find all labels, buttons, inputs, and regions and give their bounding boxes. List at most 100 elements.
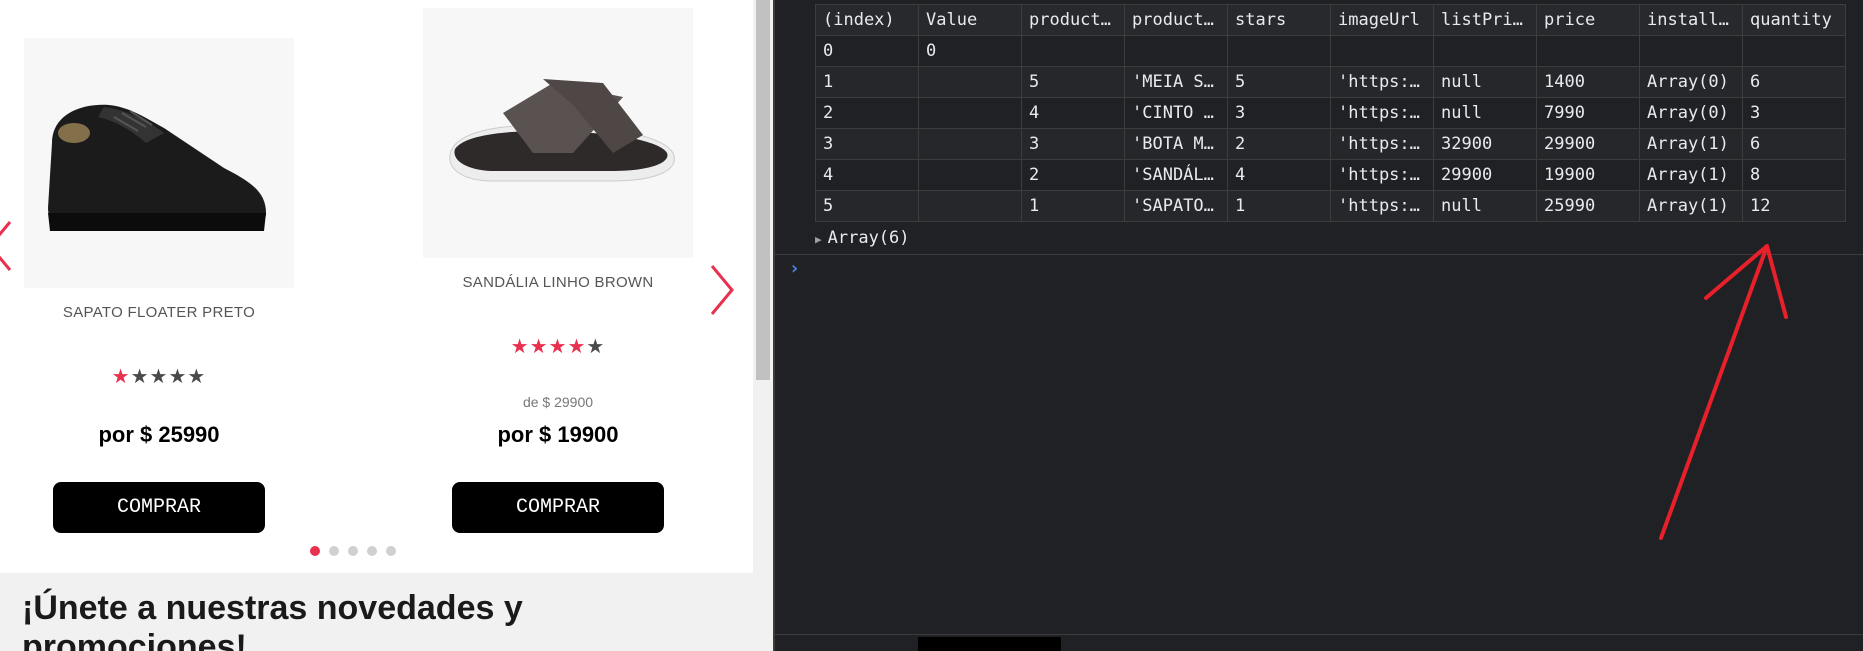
cell-quantity	[1742, 35, 1846, 67]
cell-product-name: 'CINTO …	[1124, 97, 1228, 129]
column-header[interactable]: imageUrl	[1330, 4, 1434, 36]
array-summary-label[interactable]: Array(6)	[828, 228, 910, 248]
cell-image-url: 'https:…	[1330, 159, 1434, 191]
cell-product-id: 2	[1021, 159, 1125, 191]
cell-list-price: null	[1433, 190, 1537, 222]
cell-list-price: 32900	[1433, 128, 1537, 160]
buy-button[interactable]: COMPRAR	[452, 482, 664, 533]
cell-stars: 1	[1227, 190, 1331, 222]
product-image[interactable]	[24, 38, 294, 288]
column-header[interactable]: (index)	[815, 4, 919, 36]
column-header[interactable]: install…	[1639, 4, 1743, 36]
cell-product-name: 'BOTA M…	[1124, 128, 1228, 160]
product-rating: ★★★★★	[421, 334, 695, 359]
console-table: (index) Value product… product… stars im…	[815, 4, 1846, 222]
black-shoe-image	[48, 104, 266, 231]
product-list-price: de $ 29900	[522, 394, 594, 410]
console-prompt[interactable]: ›	[789, 258, 800, 279]
carousel-dot[interactable]	[348, 546, 358, 556]
carousel-dot[interactable]	[329, 546, 339, 556]
star-filled-icon: ★★★★	[510, 336, 587, 358]
cell-stars: 5	[1227, 66, 1331, 98]
cell-product-id	[1021, 35, 1125, 67]
cell-price	[1536, 35, 1640, 67]
cell-index: 2	[815, 97, 919, 129]
cell-image-url: 'https:…	[1330, 97, 1434, 129]
cell-list-price: null	[1433, 66, 1537, 98]
cell-value	[918, 190, 1022, 222]
cell-quantity: 3	[1742, 97, 1846, 129]
cell-product-id: 4	[1021, 97, 1125, 129]
cell-product-id: 1	[1021, 190, 1125, 222]
scrollbar-thumb[interactable]	[756, 0, 770, 380]
cell-installments[interactable]: Array(0)	[1639, 66, 1743, 98]
star-empty-icon: ★	[586, 336, 606, 358]
cell-image-url: 'https:…	[1330, 66, 1434, 98]
brown-sandal-image	[449, 79, 675, 182]
page-scrollbar[interactable]	[753, 0, 773, 651]
cell-list-price	[1433, 35, 1537, 67]
cell-quantity: 8	[1742, 159, 1846, 191]
array-summary[interactable]: ▶ Array(6)	[815, 228, 910, 248]
carousel-prev-arrow[interactable]	[0, 216, 20, 276]
table-row: 1 5 'MEIA S… 5 'https:… null 1400 Array(…	[815, 66, 1846, 98]
cell-stars: 3	[1227, 97, 1331, 129]
cell-value	[918, 66, 1022, 98]
expand-triangle-icon[interactable]: ▶	[815, 233, 822, 246]
column-header[interactable]: product…	[1124, 4, 1228, 36]
newsletter-title: ¡Únete a nuestras novedades y promocione…	[22, 589, 523, 651]
cell-stars: 4	[1227, 159, 1331, 191]
cell-installments[interactable]: Array(1)	[1639, 159, 1743, 191]
buy-button[interactable]: COMPRAR	[53, 482, 265, 533]
product-rating: ★★★★★	[22, 364, 296, 389]
cell-product-id: 5	[1021, 66, 1125, 98]
drawer-tab[interactable]	[918, 637, 1061, 651]
star-filled-icon: ★	[111, 366, 131, 388]
store-page: SAPATO FLOATER PRETO ★★★★★ por $ 25990 C…	[0, 0, 773, 651]
table-row: 5 1 'SAPATO… 1 'https:… null 25990 Array…	[815, 190, 1846, 222]
cell-product-name: 'SAPATO…	[1124, 190, 1228, 222]
cell-product-id: 3	[1021, 128, 1125, 160]
cell-installments[interactable]: Array(1)	[1639, 190, 1743, 222]
cell-stars: 2	[1227, 128, 1331, 160]
product-card: SANDÁLIA LINHO BROWN ★★★★★ de $ 29900 po…	[421, 0, 695, 560]
cell-image-url	[1330, 35, 1434, 67]
cell-price: 1400	[1536, 66, 1640, 98]
product-name[interactable]: SANDÁLIA LINHO BROWN	[421, 274, 695, 291]
table-row: 4 2 'SANDÁL… 4 'https:… 29900 19900 Arra…	[815, 159, 1846, 191]
column-header[interactable]: product…	[1021, 4, 1125, 36]
carousel-dot[interactable]	[310, 546, 320, 556]
cell-image-url: 'https:…	[1330, 190, 1434, 222]
cell-index: 1	[815, 66, 919, 98]
carousel-dot[interactable]	[367, 546, 377, 556]
carousel-next-arrow[interactable]	[702, 260, 742, 320]
column-header[interactable]: Value	[918, 4, 1022, 36]
newsletter-section: ¡Únete a nuestras novedades y promocione…	[0, 573, 753, 651]
cell-value	[918, 128, 1022, 160]
cell-price: 29900	[1536, 128, 1640, 160]
cell-index: 5	[815, 190, 919, 222]
star-empty-icon: ★★★★	[130, 366, 207, 388]
product-image[interactable]	[423, 8, 693, 258]
cell-installments[interactable]: Array(1)	[1639, 128, 1743, 160]
column-header[interactable]: quantity	[1742, 4, 1846, 36]
cell-installments[interactable]: Array(0)	[1639, 97, 1743, 129]
cell-list-price: null	[1433, 97, 1537, 129]
cell-price: 25990	[1536, 190, 1640, 222]
cell-price: 19900	[1536, 159, 1640, 191]
product-price: por $ 25990	[98, 422, 220, 447]
cell-quantity: 6	[1742, 128, 1846, 160]
cell-index: 3	[815, 128, 919, 160]
product-card: SAPATO FLOATER PRETO ★★★★★ por $ 25990 C…	[22, 0, 296, 560]
column-header[interactable]: stars	[1227, 4, 1331, 36]
column-header[interactable]: listPri…	[1433, 4, 1537, 36]
devtools-console: (index) Value product… product… stars im…	[773, 0, 1863, 651]
product-name[interactable]: SAPATO FLOATER PRETO	[22, 304, 296, 321]
cell-index: 0	[815, 35, 919, 67]
table-row: 2 4 'CINTO … 3 'https:… null 7990 Array(…	[815, 97, 1846, 129]
column-header[interactable]: price	[1536, 4, 1640, 36]
cell-image-url: 'https:…	[1330, 128, 1434, 160]
carousel-dots	[310, 546, 396, 556]
cell-value	[918, 159, 1022, 191]
carousel-dot[interactable]	[386, 546, 396, 556]
